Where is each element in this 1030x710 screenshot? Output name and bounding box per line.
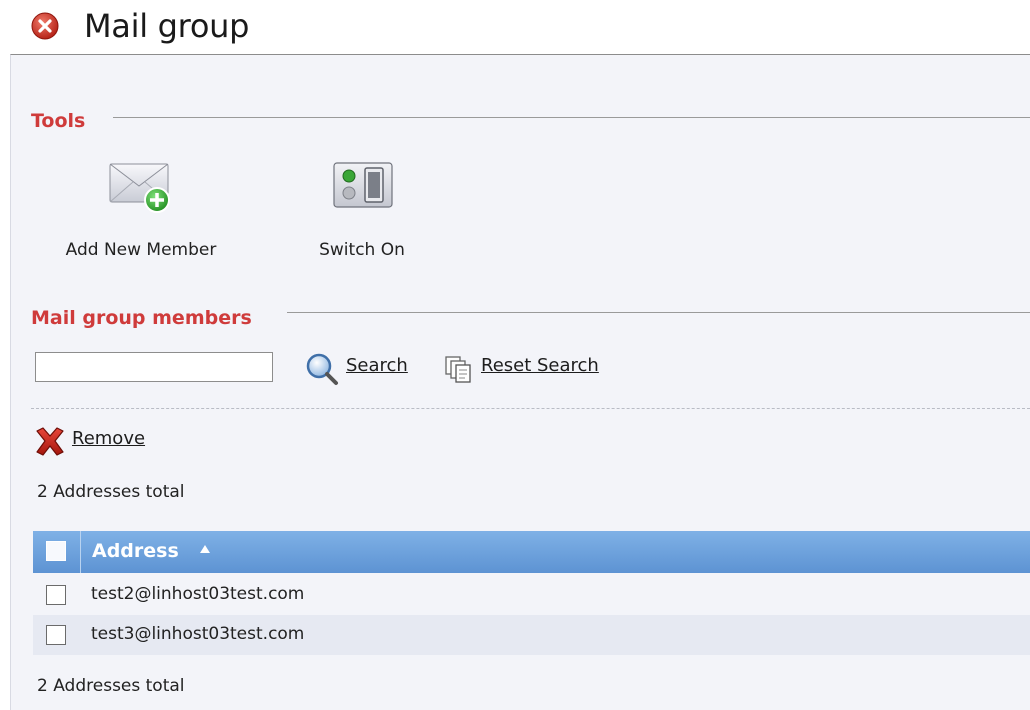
reset-search-link[interactable]: Reset Search — [481, 355, 599, 376]
table-row[interactable]: test2@linhost03test.com — [33, 575, 1030, 615]
sort-ascending-icon[interactable] — [200, 545, 210, 553]
address-column-header[interactable]: Address — [92, 540, 179, 562]
addresses-total-bottom: 2 Addresses total — [37, 676, 185, 696]
select-all-checkbox[interactable] — [46, 541, 66, 561]
switch-on-button[interactable]: Switch On — [307, 162, 417, 265]
header-column-separator — [80, 531, 81, 573]
address-cell: test2@linhost03test.com — [91, 584, 305, 604]
members-section-divider — [287, 312, 1030, 313]
remove-link[interactable]: Remove — [72, 428, 145, 449]
add-new-member-label: Add New Member — [65, 240, 217, 260]
table-header: Address — [33, 531, 1030, 573]
search-icon[interactable] — [305, 352, 339, 386]
page-title: Mail group — [84, 7, 250, 45]
search-input[interactable] — [35, 352, 273, 382]
tools-section-divider — [113, 117, 1030, 118]
addresses-total-top: 2 Addresses total — [37, 482, 185, 502]
reset-search-icon[interactable] — [444, 355, 474, 385]
address-cell: test3@linhost03test.com — [91, 624, 305, 644]
close-circle-icon[interactable] — [31, 12, 59, 40]
page-header: Mail group — [0, 0, 1030, 54]
search-link[interactable]: Search — [346, 355, 408, 376]
table-row[interactable]: test3@linhost03test.com — [33, 615, 1030, 655]
toolbar-divider — [31, 408, 1030, 409]
switch-icon — [333, 162, 393, 208]
add-new-member-button[interactable]: Add New Member — [55, 163, 227, 265]
row-checkbox[interactable] — [46, 625, 66, 645]
row-checkbox[interactable] — [46, 585, 66, 605]
remove-icon[interactable] — [33, 426, 67, 458]
switch-on-label: Switch On — [319, 240, 405, 260]
members-section-title: Mail group members — [31, 307, 252, 329]
tools-section-title: Tools — [31, 110, 86, 132]
add-mail-icon — [109, 163, 170, 213]
